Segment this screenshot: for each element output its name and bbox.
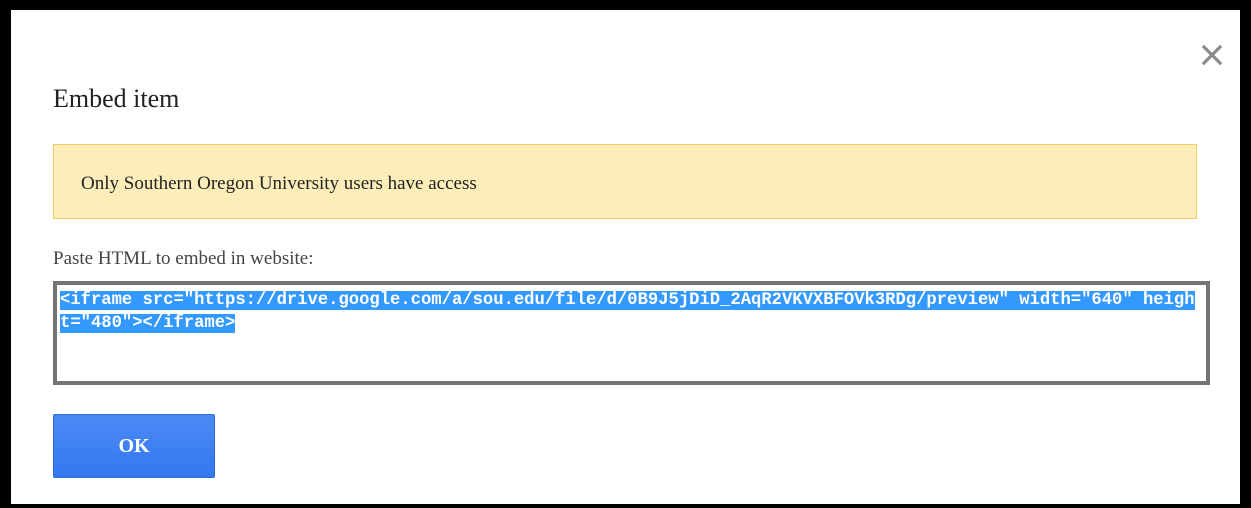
ok-button[interactable]: OK bbox=[53, 414, 215, 478]
screenshot-frame: Embed item Only Southern Oregon Universi… bbox=[0, 0, 1251, 508]
embed-code-textarea[interactable]: <iframe src="https://drive.google.com/a/… bbox=[53, 281, 1210, 385]
close-button[interactable] bbox=[1197, 40, 1227, 70]
embed-code-text[interactable]: <iframe src="https://drive.google.com/a/… bbox=[60, 291, 1195, 333]
embed-item-dialog: Embed item Only Southern Oregon Universi… bbox=[11, 10, 1240, 504]
embed-code-label: Paste HTML to embed in website: bbox=[53, 248, 314, 269]
frame-border-right bbox=[1240, 0, 1251, 508]
close-icon bbox=[1201, 44, 1223, 66]
access-notice-text: Only Southern Oregon University users ha… bbox=[81, 173, 477, 194]
access-notice: Only Southern Oregon University users ha… bbox=[53, 144, 1197, 219]
frame-border-top bbox=[0, 0, 1251, 10]
frame-border-left bbox=[0, 0, 11, 508]
dialog-title: Embed item bbox=[53, 84, 180, 113]
frame-border-bottom bbox=[0, 504, 1251, 508]
